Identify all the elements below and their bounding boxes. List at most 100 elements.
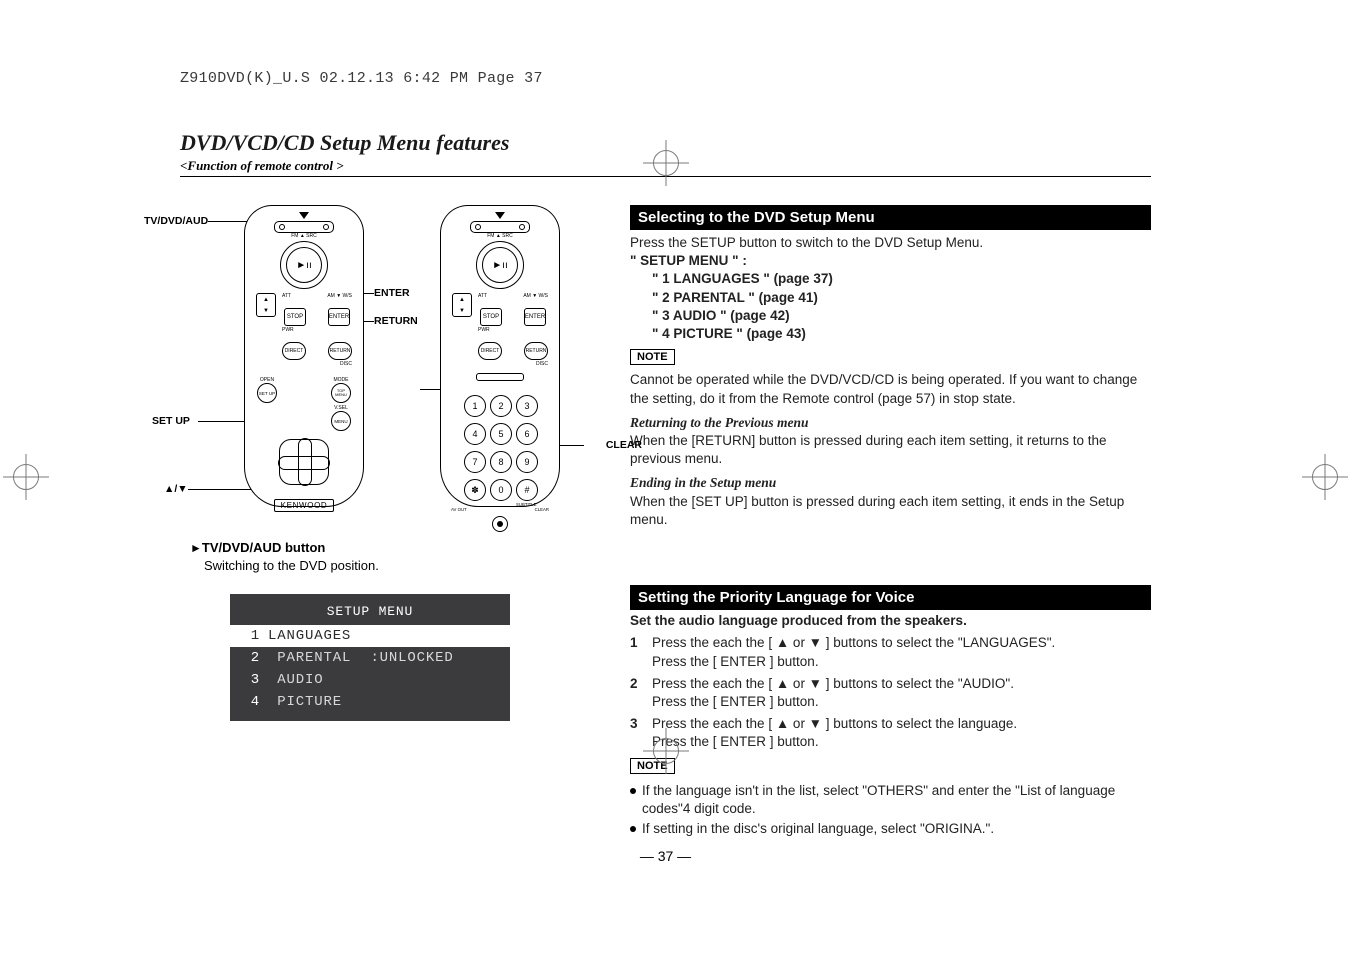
brand-badge: KENWOOD bbox=[274, 499, 335, 512]
direct-button: DIRECT bbox=[478, 342, 502, 360]
tvd-heading: TV/DVD/AUD button bbox=[202, 540, 325, 555]
jog-ring: ►ıı bbox=[280, 241, 328, 289]
src-rocker bbox=[274, 221, 334, 233]
lang-step-3: 3Press the each the [ ▲ or ▼ ] buttons t… bbox=[630, 715, 1151, 751]
enter-button: ENTER bbox=[328, 308, 350, 326]
enter-button: ENTER bbox=[524, 308, 546, 326]
setup-menu-item-1: " 1 LANGUAGES " (page 37) bbox=[652, 271, 833, 286]
direct-button: DIRECT bbox=[282, 342, 306, 360]
callout-return: RETURN bbox=[374, 315, 418, 327]
leader-line bbox=[208, 221, 248, 222]
stop-button: STOP bbox=[284, 308, 306, 326]
sublabel-avout: AV OUT bbox=[451, 507, 467, 512]
nav-dpad bbox=[279, 439, 329, 485]
setup-round-button: SET UP bbox=[257, 383, 277, 403]
play-pause-icon: ►ıı bbox=[296, 260, 311, 271]
att-label: ATT bbox=[282, 293, 291, 299]
num-hash: # bbox=[516, 479, 538, 501]
open-label: OPEN bbox=[257, 377, 277, 383]
ending-body: When the [SET UP] button is pressed duri… bbox=[630, 493, 1151, 529]
menu-button: MENU bbox=[331, 411, 351, 431]
vol-rocker: ▲▼ bbox=[256, 293, 276, 317]
osd-title: SETUP MENU bbox=[230, 604, 510, 619]
disc-label: DISC bbox=[282, 361, 352, 367]
note-badge: NOTE bbox=[630, 349, 675, 365]
num-8: 8 bbox=[490, 451, 512, 473]
num-0: 0 bbox=[490, 479, 512, 501]
right-column: Selecting to the DVD Setup Menu Press th… bbox=[630, 205, 1151, 838]
return-button: RETURN bbox=[524, 342, 548, 360]
att-label: ATT bbox=[478, 293, 487, 299]
remote-numeric-side: FM ▲ SRC ►ıı ▲▼ ATTAM ▼ W/S STOPENTER PW… bbox=[440, 205, 560, 507]
src-label: FM ▲ SRC bbox=[245, 233, 363, 239]
lang-note-bullet-1: If the language isn't in the list, selec… bbox=[630, 782, 1151, 818]
page-number: — 37 — bbox=[180, 848, 1151, 864]
sublabel-subtitle: SUBTITLE bbox=[516, 502, 536, 507]
setup-menu-item-3: " 3 AUDIO " (page 42) bbox=[652, 308, 790, 323]
callout-updown: ▲/▼ bbox=[164, 483, 188, 495]
lang-lead: Set the audio language produced from the… bbox=[630, 613, 967, 628]
play-icon: ► bbox=[190, 541, 202, 555]
pwr-label: PWR bbox=[282, 327, 352, 333]
remote-illustration: TV/DVD/AUD ENTER RETURN SET UP ▲/▼ 0 - 9… bbox=[180, 205, 598, 525]
num-4: 4 bbox=[464, 423, 486, 445]
play-pause-icon: ►ıı bbox=[492, 260, 507, 271]
crop-mark-icon bbox=[643, 728, 689, 774]
callout-setup: SET UP bbox=[152, 415, 190, 427]
lang-step-1: 1Press the each the [ ▲ or ▼ ] buttons t… bbox=[630, 634, 1151, 670]
lang-step-2: 2Press the each the [ ▲ or ▼ ] buttons t… bbox=[630, 675, 1151, 711]
numeric-keypad: 1 2 3 4 5 6 7 8 9 ✽ 0 # bbox=[441, 395, 559, 501]
sublabel-clear: CLEAR bbox=[535, 507, 549, 512]
osd-item-parental: 2 PARENTAL :UNLOCKED bbox=[230, 647, 510, 669]
num-star: ✽ bbox=[464, 479, 486, 501]
vol-rocker: ▲▼ bbox=[452, 293, 472, 317]
vsel-label: V.SEL bbox=[331, 405, 351, 411]
num-3: 3 bbox=[516, 395, 538, 417]
triangle-down-icon bbox=[495, 212, 505, 219]
src-rocker bbox=[470, 221, 530, 233]
osd-item-languages: 1 LANGUAGES bbox=[230, 625, 510, 647]
callout-clear: CLEAR bbox=[606, 439, 642, 451]
remote-front: FM ▲ SRC ►ıı ▲▼ ATT AM ▼ W/S STOP ENTER PW… bbox=[244, 205, 364, 507]
num-2: 2 bbox=[490, 395, 512, 417]
print-slug: Z910DVD(K)_U.S 02.12.13 6:42 PM Page 37 bbox=[180, 70, 543, 87]
selecting-intro: Press the SETUP button to switch to the … bbox=[630, 234, 1151, 252]
num-6: 6 bbox=[516, 423, 538, 445]
num-1: 1 bbox=[464, 395, 486, 417]
num-5: 5 bbox=[490, 423, 512, 445]
returning-heading: Returning to the Previous menu bbox=[630, 414, 1151, 432]
osd-item-picture: 4 PICTURE bbox=[230, 691, 510, 713]
mode-label: MODE bbox=[331, 377, 351, 383]
tvd-aux-section: ►TV/DVD/AUD button Switching to the DVD … bbox=[190, 539, 598, 574]
callout-tvdvdaud: TV/DVD/AUD bbox=[144, 215, 208, 227]
crop-mark-icon bbox=[1302, 454, 1348, 500]
led-icon bbox=[492, 516, 508, 532]
jog-ring: ►ıı bbox=[476, 241, 524, 289]
triangle-down-icon bbox=[299, 212, 309, 219]
left-column: TV/DVD/AUD ENTER RETURN SET UP ▲/▼ 0 - 9… bbox=[180, 205, 598, 838]
num-9: 9 bbox=[516, 451, 538, 473]
pwr-label: PWR bbox=[478, 327, 548, 333]
amws-label: AM ▼ W/S bbox=[327, 293, 352, 299]
setup-menu-item-4: " 4 PICTURE " (page 43) bbox=[652, 326, 806, 341]
crop-mark-icon bbox=[643, 140, 689, 186]
flip-indicator bbox=[476, 373, 524, 381]
num-7: 7 bbox=[464, 451, 486, 473]
setup-menu-osd: SETUP MENU 1 LANGUAGES 2 PARENTAL :UNLOC… bbox=[230, 594, 510, 721]
lang-note-bullet-2: If setting in the disc's original langua… bbox=[630, 820, 1151, 838]
section-bar-selecting: Selecting to the DVD Setup Menu bbox=[630, 205, 1151, 230]
manual-page: Z910DVD(K)_U.S 02.12.13 6:42 PM Page 37 … bbox=[0, 0, 1351, 954]
tvd-body: Switching to the DVD position. bbox=[204, 557, 379, 575]
leader-line bbox=[560, 445, 584, 446]
return-button: RETURN bbox=[328, 342, 352, 360]
ending-heading: Ending in the Setup menu bbox=[630, 474, 1151, 492]
src-label: FM ▲ SRC bbox=[441, 233, 559, 239]
note-body: Cannot be operated while the DVD/VCD/CD … bbox=[630, 371, 1151, 407]
setup-menu-label: " SETUP MENU " : bbox=[630, 253, 747, 268]
topmenu-button: TOPMENU bbox=[331, 383, 351, 403]
section-bar-language: Setting the Priority Language for Voice bbox=[630, 585, 1151, 610]
crop-mark-icon bbox=[3, 454, 49, 500]
setup-menu-item-2: " 2 PARENTAL " (page 41) bbox=[652, 290, 818, 305]
callout-enter: ENTER bbox=[374, 287, 410, 299]
amws-label: AM ▼ W/S bbox=[523, 293, 548, 299]
